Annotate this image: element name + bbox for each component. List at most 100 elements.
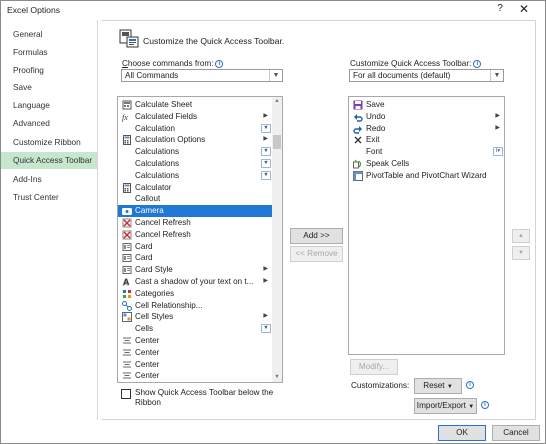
nav-item-general[interactable]: General — [1, 26, 97, 43]
modify-button[interactable]: Modify... — [350, 359, 398, 375]
title-bar: Excel Options ? ✕ — [1, 1, 545, 19]
toolbar-item[interactable]: Font I▾ — [349, 146, 504, 158]
command-item[interactable]: Cells ▼ — [118, 323, 272, 335]
toolbar-item-label: PivotTable and PivotChart Wizard — [366, 170, 487, 180]
command-label: Card — [135, 253, 153, 263]
move-up-button[interactable]: ▲ — [512, 229, 530, 243]
remove-button[interactable]: << Remove — [290, 246, 343, 262]
svg-text:fx: fx — [122, 113, 128, 122]
customize-toolbar-text: Customize Quick Access Toolbar: — [350, 59, 472, 68]
dropdown-indicator-icon: ▼ — [261, 123, 271, 133]
show-below-ribbon-label: Show Quick Access Toolbar below the Ribb… — [135, 388, 273, 408]
command-label: Calculation Options — [135, 135, 206, 145]
help-button[interactable]: ? — [493, 3, 507, 17]
command-item[interactable]: Cell Styles ▶ — [118, 311, 272, 323]
toolbar-items-list[interactable]: Save Undo ▶ Redo ▶ Exit Font I▾ Speak Cells Pivot… — [348, 96, 505, 355]
customize-toolbar-value: For all documents (default) — [353, 71, 451, 80]
command-label: Cancel Refresh — [135, 218, 191, 227]
ok-button[interactable]: OK — [438, 425, 486, 441]
toolbar-item-label: Exit — [366, 135, 380, 145]
toolbar-item[interactable]: Undo ▶ — [349, 111, 504, 123]
customizations-label: Customizations: — [351, 381, 410, 390]
scroll-thumb[interactable] — [273, 135, 281, 149]
toolbar-item[interactable]: PivotTable and PivotChart Wizard — [349, 170, 504, 182]
nav-item-quick-access-toolbar[interactable]: Quick Access Toolbar — [1, 152, 97, 169]
command-item[interactable]: Categories — [118, 288, 272, 300]
command-item[interactable]: Camera — [118, 205, 272, 217]
command-item[interactable]: Center — [118, 335, 272, 347]
command-item[interactable]: Callout — [118, 193, 272, 205]
toolbar-item-label: Undo — [366, 111, 386, 121]
nav-item-proofing[interactable]: Proofing — [1, 62, 97, 79]
toolbar-item[interactable]: Save — [349, 99, 504, 111]
command-label: Cell Relationship... — [135, 300, 203, 310]
command-item[interactable]: Calculations ▼ — [118, 146, 272, 158]
command-item[interactable]: Calculations ▼ — [118, 170, 272, 182]
command-item[interactable]: Center — [118, 370, 272, 382]
command-label: Calculations — [135, 170, 180, 180]
command-label: Center — [135, 336, 160, 345]
show-below-ribbon-checkbox[interactable] — [121, 389, 131, 399]
chevron-down-icon[interactable]: ▼ — [269, 70, 282, 81]
nav-item-add-ins[interactable]: Add-Ins — [1, 171, 97, 188]
commands-scrollbar[interactable]: ▲ ▼ — [272, 97, 282, 382]
command-item[interactable]: Cancel Refresh — [118, 229, 272, 241]
chevron-down-icon[interactable]: ▼ — [490, 70, 503, 81]
close-button[interactable]: ✕ — [517, 3, 531, 17]
command-label: Cast a shadow of your text on t... — [135, 277, 254, 286]
nav-item-language[interactable]: Language — [1, 97, 97, 114]
page-heading: Customize the Quick Access Toolbar. — [143, 36, 285, 46]
reset-button[interactable]: Reset ▼ — [414, 378, 462, 394]
command-label: Cell Styles — [135, 312, 174, 322]
nav-item-customize-ribbon[interactable]: Customize Ribbon — [1, 134, 97, 151]
command-item[interactable]: Center — [118, 359, 272, 371]
move-down-button[interactable]: ▼ — [512, 246, 530, 260]
nav-item-save[interactable]: Save — [1, 79, 97, 96]
command-label: Center — [135, 347, 160, 357]
submenu-arrow-icon: ▶ — [495, 124, 500, 131]
excel-options-dialog: Excel Options ? ✕ General Formulas Proofin… — [0, 0, 546, 444]
command-item[interactable]: fx Calculated Fields ▶ — [118, 111, 272, 123]
submenu-arrow-icon: ▶ — [263, 266, 268, 273]
info-icon: i — [481, 401, 489, 409]
svg-text:A: A — [123, 277, 130, 287]
submenu-arrow-icon: ▶ — [495, 112, 500, 119]
cancel-button[interactable]: Cancel — [492, 425, 540, 441]
command-item[interactable]: Card Style ▶ — [118, 264, 272, 276]
command-item[interactable]: Calculate Sheet — [118, 99, 272, 111]
submenu-arrow-icon: ▶ — [263, 278, 268, 284]
command-label: Cells — [135, 324, 153, 334]
customize-toolbar-dropdown[interactable]: For all documents (default) ▼ — [349, 69, 504, 82]
command-label: Calculated Fields — [135, 111, 198, 121]
choose-commands-dropdown[interactable]: All Commands ▼ — [121, 69, 283, 82]
command-label: Calculation — [135, 123, 176, 133]
dropdown-indicator-icon: ▼ — [261, 170, 271, 180]
command-item[interactable]: Card — [118, 241, 272, 253]
toolbar-item-label: Font — [366, 147, 383, 157]
commands-list[interactable]: Center Center Center Center Cells ▼ Cell Style… — [117, 96, 283, 383]
nav-item-formulas[interactable]: Formulas — [1, 44, 97, 61]
command-label: Callout — [135, 194, 161, 204]
toolbar-item[interactable]: Speak Cells — [349, 158, 504, 170]
command-item[interactable]: Calculation ▼ — [118, 123, 272, 135]
command-item[interactable]: A A Cast a shadow of your text on t... ▶ — [118, 276, 272, 288]
show-below-ribbon-line2: Ribbon — [135, 398, 161, 407]
toolbar-item-label: Save — [366, 100, 385, 109]
add-button[interactable]: Add >> — [290, 228, 343, 244]
command-item[interactable]: Cancel Refresh — [118, 217, 272, 229]
command-item[interactable]: Calculations ▼ — [118, 158, 272, 170]
toolbar-item[interactable]: Exit — [349, 134, 504, 146]
command-item[interactable]: Calculation Options ▶ — [118, 134, 272, 146]
import-export-button[interactable]: Import/Export ▼ — [414, 398, 477, 414]
scroll-up-icon[interactable]: ▲ — [272, 97, 282, 106]
command-item[interactable]: Card — [118, 252, 272, 264]
command-label: Camera — [135, 206, 164, 216]
scroll-down-icon[interactable]: ▼ — [272, 373, 282, 382]
nav-item-trust-center[interactable]: Trust Center — [1, 189, 97, 206]
chevron-down-icon: ▼ — [468, 404, 475, 410]
command-item[interactable]: Calculator — [118, 182, 272, 194]
command-item[interactable]: Cell Relationship... — [118, 300, 272, 312]
command-item[interactable]: Center — [118, 347, 272, 359]
toolbar-item[interactable]: Redo ▶ — [349, 123, 504, 135]
nav-item-advanced[interactable]: Advanced — [1, 115, 97, 132]
